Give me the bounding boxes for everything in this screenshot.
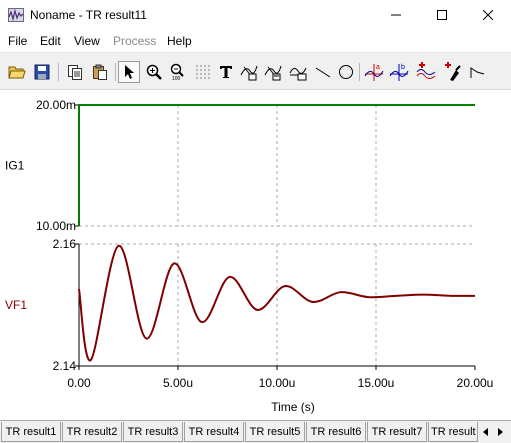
svg-text:100: 100	[172, 76, 181, 81]
menu-edit[interactable]: Edit	[40, 34, 61, 48]
grid-button[interactable]	[192, 61, 214, 83]
x-tick-label: 5.00u	[163, 376, 193, 390]
x-axis-label: Time (s)	[271, 400, 315, 414]
svg-text:a: a	[376, 64, 380, 71]
x-tick-label: 10.00u	[259, 376, 296, 390]
circle-tool-icon	[339, 65, 353, 79]
minimize-icon	[391, 14, 401, 16]
tab-scroll-right-button[interactable]	[494, 425, 506, 439]
tab-tr-result1[interactable]: TR result1	[1, 422, 61, 442]
cursor-a-icon: a	[364, 64, 384, 81]
tab-tr-result4[interactable]: TR result4	[184, 422, 244, 442]
minimize-button[interactable]	[373, 0, 419, 30]
tab-tr-result7[interactable]: TR result7	[367, 422, 427, 442]
select-arrow-icon	[125, 65, 134, 79]
oscilloscope-app-icon	[8, 8, 24, 22]
curve-label-2-button[interactable]	[262, 61, 284, 83]
text-tool-icon	[220, 66, 232, 78]
curve-label-button[interactable]	[238, 61, 260, 83]
paste-icon	[93, 64, 107, 80]
maximize-icon	[437, 10, 447, 20]
save-disk-icon	[34, 64, 50, 80]
add-marker-icon	[445, 62, 461, 81]
svg-text:b: b	[401, 64, 405, 71]
tab-tr-result2[interactable]: TR result2	[62, 422, 122, 442]
x-tick-label: 0.00	[67, 376, 91, 390]
window-title: Noname - TR result11	[30, 8, 147, 22]
tab-scroll-right-icon	[498, 428, 503, 436]
zoom-in-icon	[146, 64, 162, 80]
y-axis-label: IG1	[5, 159, 25, 173]
menu-process[interactable]: Process	[113, 34, 156, 48]
menu-view[interactable]: View	[74, 34, 100, 48]
menu-bar: File Edit View Process Help	[0, 30, 511, 52]
y-axis-label: VF1	[5, 298, 27, 312]
x-tick-label: 15.00u	[358, 376, 395, 390]
add-curve-icon	[416, 62, 436, 79]
zoom-in-button[interactable]	[143, 61, 165, 83]
paste-button[interactable]	[89, 61, 111, 83]
tab-tr-result3[interactable]: TR result3	[123, 422, 183, 442]
plot-area[interactable]: 20.00m 10.00m IG1 2.16 2.14 VF1 0.00 5.00u 10.00…	[0, 90, 511, 420]
line-tool-button[interactable]	[312, 61, 334, 83]
tab-tr-result6[interactable]: TR result6	[306, 422, 366, 442]
maximize-button[interactable]	[419, 0, 465, 30]
pen-tool-button[interactable]	[466, 61, 488, 83]
close-button[interactable]	[465, 0, 511, 30]
save-button[interactable]	[31, 61, 53, 83]
add-curve-button[interactable]	[415, 61, 437, 83]
menu-help[interactable]: Help	[167, 34, 192, 48]
line-tool-icon	[315, 67, 331, 78]
tab-scroll-left-button[interactable]	[480, 425, 492, 439]
tab-scroll-left-icon	[483, 428, 488, 436]
y-tick-label: 10.00m	[36, 219, 76, 233]
text-tool-button[interactable]	[215, 61, 237, 83]
tab-tr-result8[interactable]: TR result	[428, 422, 478, 442]
title-bar: Noname - TR result11	[0, 0, 511, 30]
curve-label-2-icon	[264, 65, 282, 81]
menu-file[interactable]: File	[8, 34, 27, 48]
add-marker-button[interactable]	[441, 61, 463, 83]
curve-label-icon	[240, 65, 258, 81]
cursor-b-icon: b	[389, 64, 409, 81]
zoom-100-icon: 100	[170, 63, 184, 81]
axis-label-icon	[289, 67, 307, 81]
open-folder-icon	[8, 66, 26, 79]
cursor-b-button[interactable]: b	[388, 61, 410, 83]
circle-tool-button[interactable]	[335, 61, 357, 83]
y-tick-label: 2.16	[53, 237, 77, 251]
pen-icon	[470, 67, 485, 78]
toolbar: 100 a b	[0, 52, 511, 90]
zoom-100-button[interactable]: 100	[167, 61, 189, 83]
copy-icon	[68, 65, 82, 80]
cursor-a-button[interactable]: a	[363, 61, 385, 83]
x-tick-label: 20.00u	[457, 376, 494, 390]
y-tick-label: 2.14	[53, 359, 77, 373]
result-tabs: TR result1 TR result2 TR result3 TR resu…	[0, 420, 511, 443]
open-button[interactable]	[6, 61, 28, 83]
analysis-chart[interactable]: 20.00m 10.00m IG1 2.16 2.14 VF1 0.00 5.00u 10.00…	[0, 90, 511, 420]
copy-button[interactable]	[64, 61, 86, 83]
select-tool-button[interactable]	[118, 61, 140, 83]
grid-dots-icon	[196, 65, 210, 79]
axis-label-button[interactable]	[287, 61, 309, 83]
close-icon	[483, 10, 493, 20]
y-tick-label: 20.00m	[36, 98, 76, 112]
tab-tr-result5[interactable]: TR result5	[245, 422, 305, 442]
